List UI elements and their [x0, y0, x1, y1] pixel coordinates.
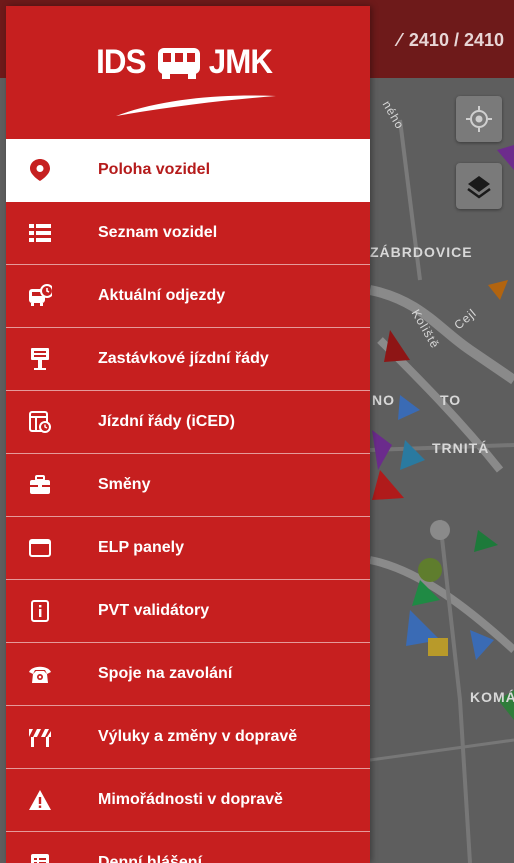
- logo-swoosh: [116, 95, 276, 116]
- layers-button[interactable]: [456, 163, 502, 209]
- bus-clock-icon: [28, 284, 52, 308]
- stop-sign-icon: [28, 347, 52, 371]
- menu-item-vyluky-a-zmeny[interactable]: Výluky a změny v dopravě: [6, 706, 370, 769]
- menu-item-mimoradnosti[interactable]: Mimořádnosti v dopravě: [6, 769, 370, 832]
- menu-item-label: PVT validátory: [98, 602, 210, 619]
- menu-item-aktualni-odjezdy[interactable]: Aktuální odjezdy: [6, 265, 370, 328]
- menu-item-label: Zastávkové jízdní řády: [98, 350, 269, 367]
- menu-item-spoje-na-zavolani[interactable]: Spoje na zavolání: [6, 643, 370, 706]
- menu-item-elp-panely[interactable]: ELP panely: [6, 517, 370, 580]
- menu-item-poloha-vozidel[interactable]: Poloha vozidel: [6, 139, 370, 202]
- map-label-district: ZÁBRDOVICE: [370, 244, 473, 260]
- ids-jmk-logo: IDS JMK: [94, 42, 284, 120]
- map-label-district: KOMÁ: [470, 689, 514, 705]
- menu-item-smeny[interactable]: Směny: [6, 454, 370, 517]
- roadblock-icon: [28, 725, 52, 749]
- navigation-drawer: IDS JMK Poloha vozidel Seznam vozidel Ak…: [6, 6, 370, 863]
- menu-item-label: ELP panely: [98, 539, 184, 556]
- menu-item-zastavkove-jizdni-rady[interactable]: Zastávkové jízdní řády: [6, 328, 370, 391]
- map-label-district: TRNITÁ: [432, 440, 490, 456]
- locate-button[interactable]: [456, 96, 502, 142]
- location-pin-icon: [28, 158, 52, 182]
- layers-icon: [467, 176, 491, 199]
- menu-item-label: Poloha vozidel: [98, 161, 211, 178]
- menu-item-label: Směny: [98, 476, 151, 493]
- map-label-district: TO: [440, 392, 462, 408]
- briefcase-icon: [28, 473, 52, 497]
- drawer-header: IDS JMK: [6, 6, 370, 139]
- menu-item-seznam-vozidel[interactable]: Seznam vozidel: [6, 202, 370, 265]
- menu-item-denni-hlaseni[interactable]: Denní hlášení: [6, 832, 370, 863]
- phone-icon: [28, 662, 52, 686]
- vehicle-count: ⁄ 2410 / 2410: [397, 30, 504, 50]
- report-icon: [28, 851, 52, 863]
- menu-item-jizdni-rady-iced[interactable]: Jízdní řády (iCED): [6, 391, 370, 454]
- timetable-icon: [28, 410, 52, 434]
- logo-text-left: IDS: [96, 43, 146, 81]
- bus-icon: [158, 48, 200, 79]
- validator-icon: [28, 599, 52, 623]
- crosshair-icon: [466, 106, 492, 132]
- menu-item-label: Výluky a změny v dopravě: [98, 728, 298, 745]
- logo-text-right: JMK: [208, 43, 273, 81]
- warning-icon: [28, 788, 52, 812]
- panel-icon: [28, 536, 52, 560]
- list-icon: [28, 221, 52, 245]
- menu-item-label: Spoje na zavolání: [98, 665, 233, 682]
- menu-item-label: Seznam vozidel: [98, 224, 218, 241]
- filter-icon: ⁄: [397, 30, 401, 50]
- drawer-menu: Poloha vozidel Seznam vozidel Aktuální o…: [6, 139, 370, 863]
- menu-item-label: Mimořádnosti v dopravě: [98, 791, 283, 808]
- menu-item-label: Jízdní řády (iCED): [98, 413, 235, 430]
- map-label-district: NO: [372, 392, 395, 408]
- menu-item-label: Denní hlášení: [98, 854, 203, 863]
- menu-item-pvt-validatory[interactable]: PVT validátory: [6, 580, 370, 643]
- menu-item-label: Aktuální odjezdy: [98, 287, 226, 304]
